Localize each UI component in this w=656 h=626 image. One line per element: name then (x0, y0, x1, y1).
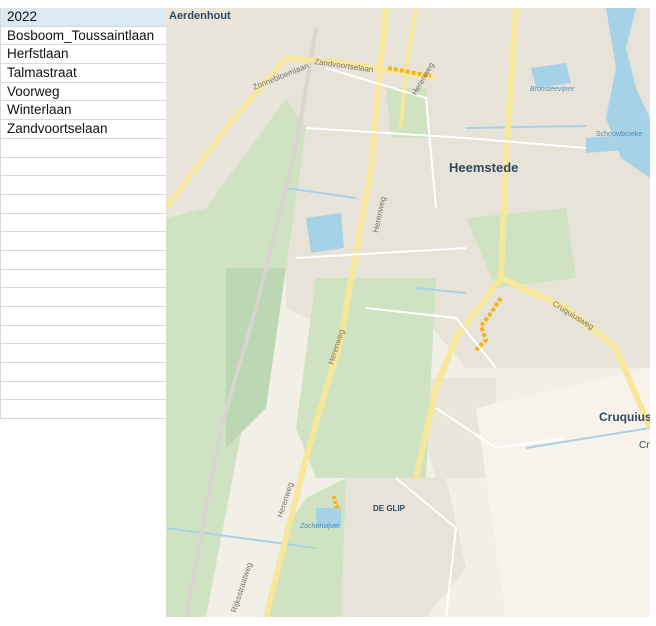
park-north (386, 88, 431, 138)
empty-cell[interactable] (0, 194, 166, 214)
street-cell[interactable]: Winterlaan (0, 101, 166, 121)
empty-cell[interactable] (0, 381, 166, 401)
pond-park (306, 213, 344, 253)
empty-cell[interactable] (0, 325, 166, 345)
label-de-glip: DE GLIP (373, 504, 406, 513)
label-cruquius: Cruquius (599, 410, 650, 424)
street-cell[interactable]: Zandvoortselaan (0, 120, 166, 139)
empty-cell[interactable] (0, 288, 166, 307)
map-view[interactable]: Aerdenhout Heemstede Cruquius Cru DE GLI… (166, 8, 650, 617)
label-aerdenhout: Aerdenhout (169, 10, 231, 22)
street-cell[interactable]: Talmastraat (0, 64, 166, 83)
label-cruquius-cut: Cru (639, 440, 650, 451)
empty-cell[interactable] (0, 176, 166, 195)
empty-cell[interactable] (0, 157, 166, 177)
street-cell[interactable]: Bosboom_Toussaintlaan (0, 26, 166, 46)
label-bronsteevijver: Bronsteevijver (530, 86, 575, 93)
empty-cell[interactable] (0, 363, 166, 382)
street-cell[interactable]: Herfstlaan (0, 45, 166, 65)
empty-cell[interactable] (0, 269, 166, 289)
street-cell[interactable]: Voorweg (0, 82, 166, 102)
empty-cell[interactable] (0, 400, 166, 420)
label-zocherivijver: Zocherivijver (299, 523, 340, 530)
empty-cell[interactable] (0, 138, 166, 158)
empty-cell[interactable] (0, 232, 166, 251)
spreadsheet-column: 2022 Bosboom_Toussaintlaan Herfstlaan Ta… (0, 8, 166, 420)
empty-cell[interactable] (0, 213, 166, 233)
empty-cell[interactable] (0, 307, 166, 326)
label-heemstede: Heemstede (449, 160, 518, 175)
empty-cell[interactable] (0, 344, 166, 364)
empty-cell[interactable] (0, 250, 166, 270)
map-canvas: Aerdenhout Heemstede Cruquius Cru DE GLI… (166, 8, 650, 617)
column-header-year[interactable]: 2022 (0, 8, 166, 27)
label-schouwbroeker: Schouwbroeke (596, 131, 642, 138)
polder-area (476, 368, 650, 617)
